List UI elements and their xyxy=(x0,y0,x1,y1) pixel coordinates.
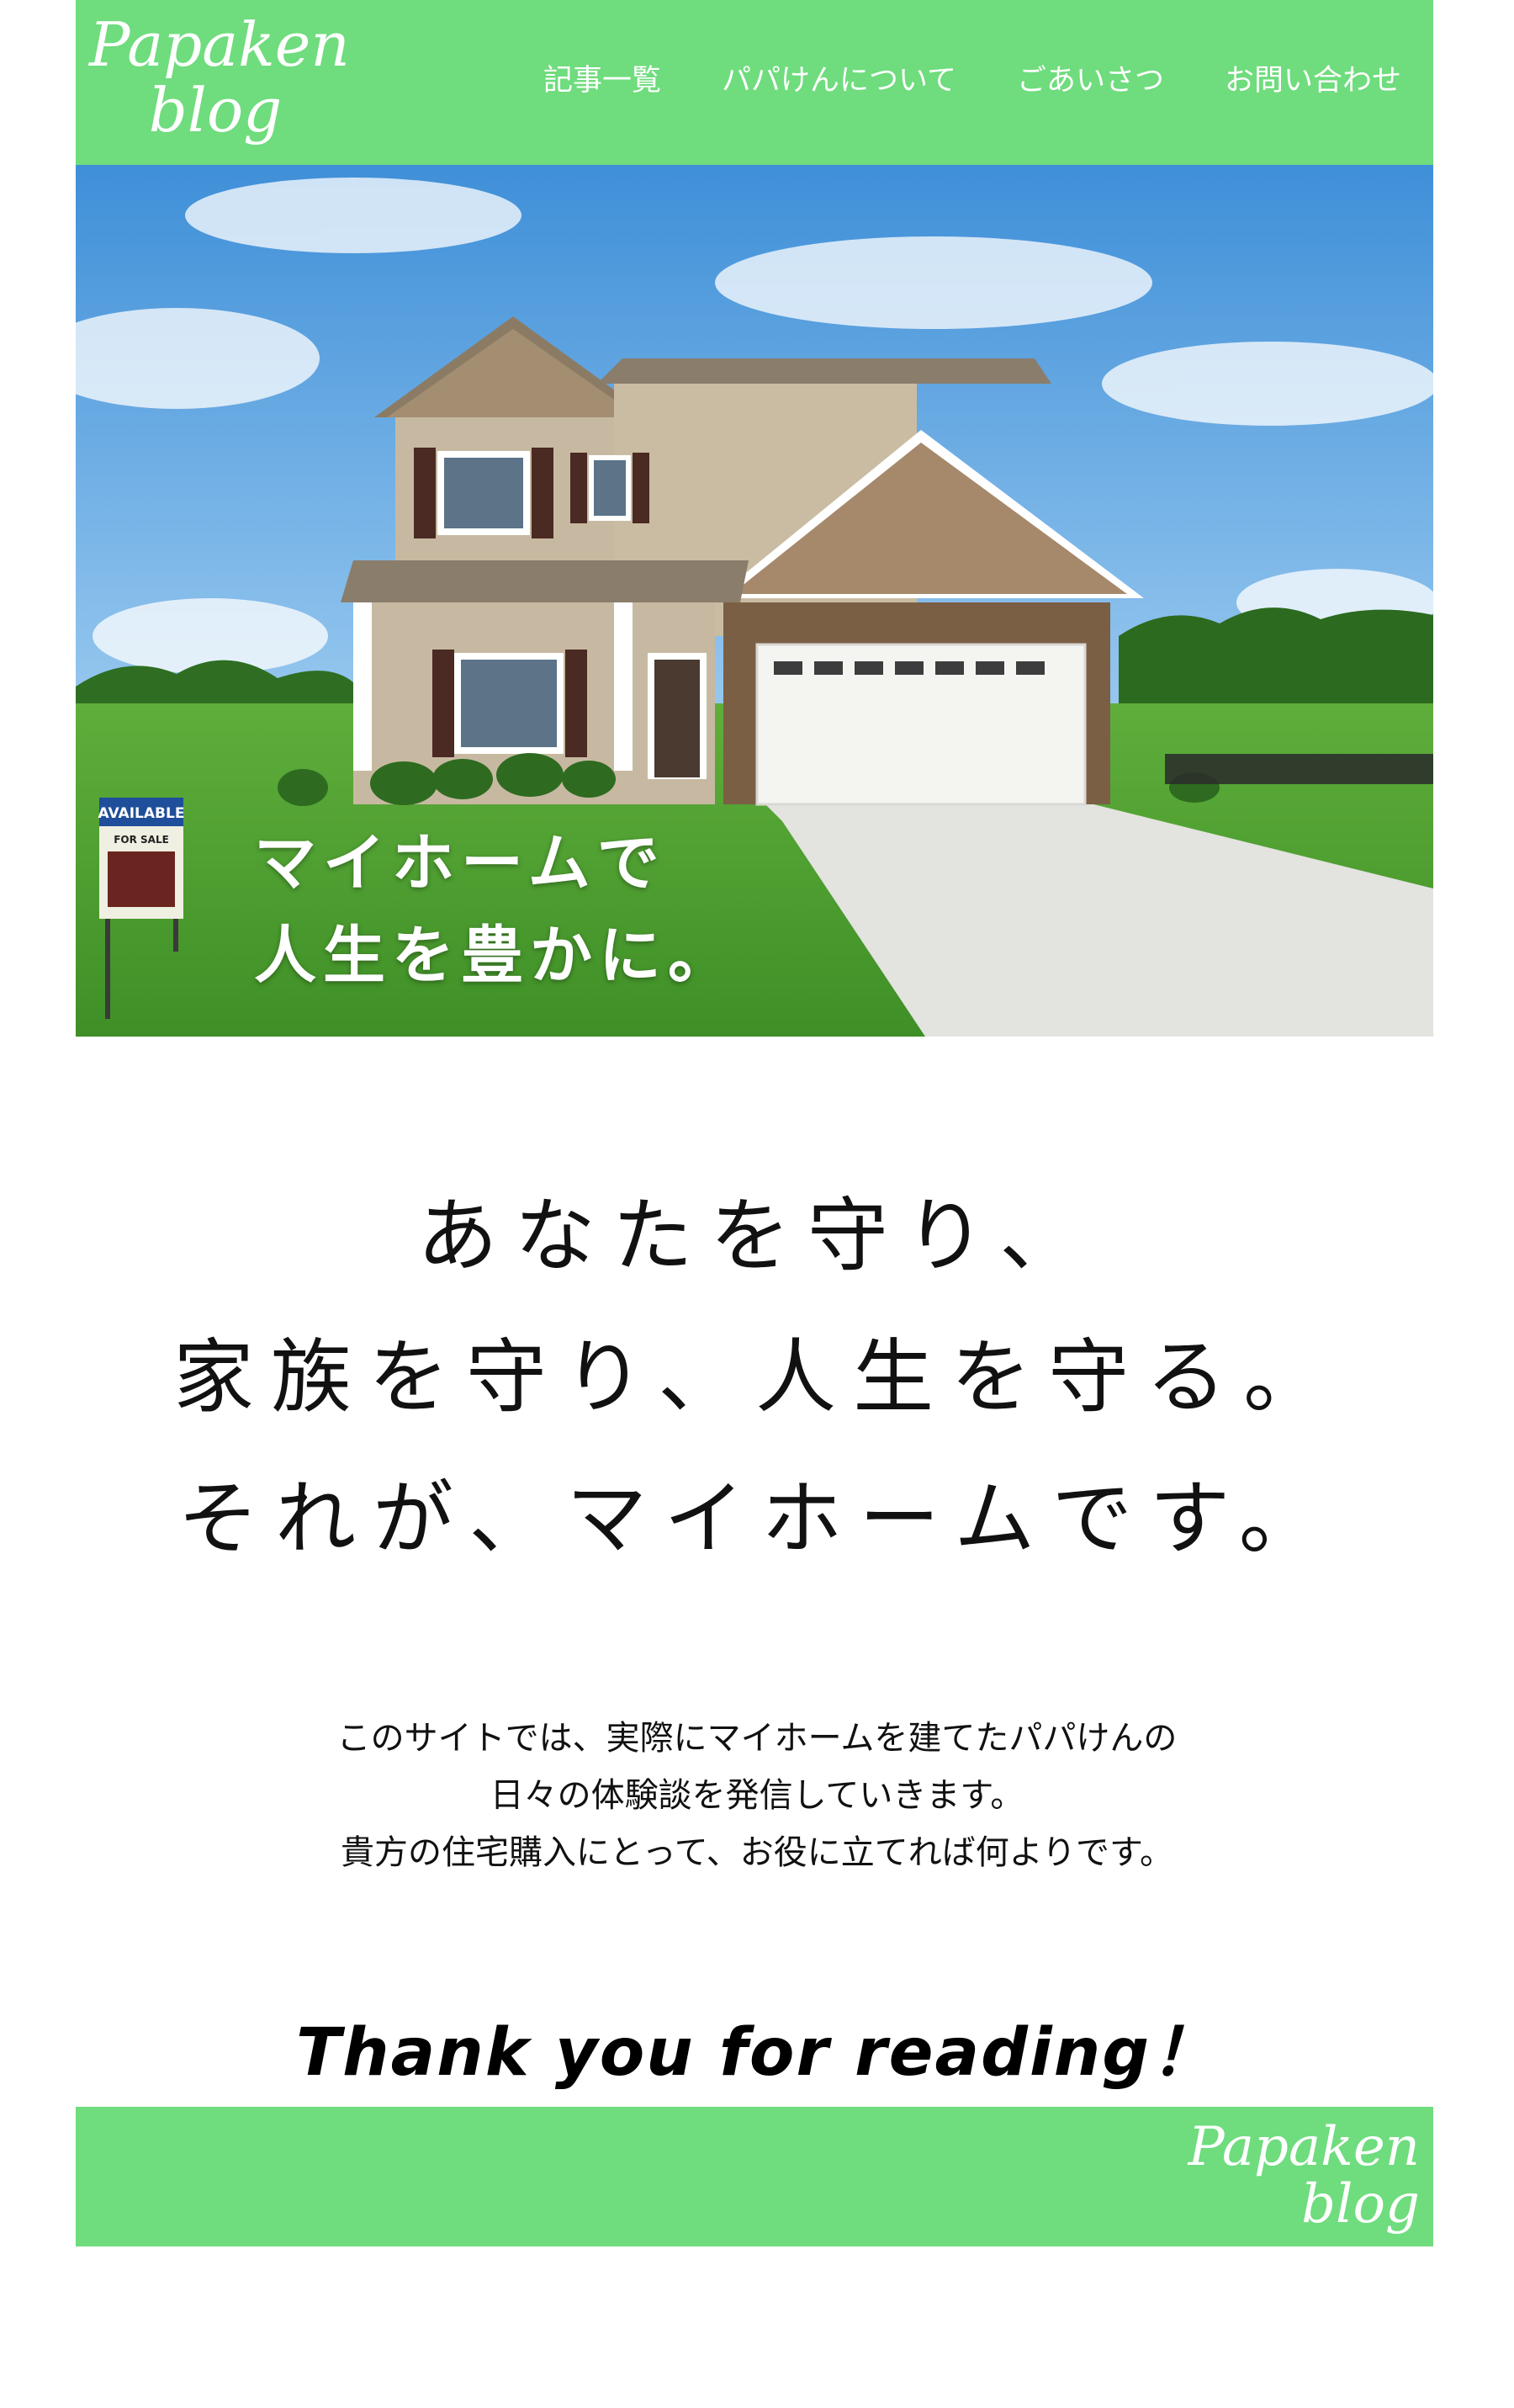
closing-message: Thank you for reading！ xyxy=(295,2015,1219,2091)
intro-line2: 日々の体験談を発信していきます。 xyxy=(490,1776,1024,1815)
tagline-line3: それが、マイホームです。 xyxy=(177,1472,1337,1566)
hero-banner: AVAILABLE FOR SALE マイホームで 人生を豊かに。 xyxy=(76,165,1433,1037)
logo-line1: Papaken xyxy=(89,9,350,80)
logo-line2: blog xyxy=(148,75,283,146)
intro-line3: 貴方の住宅購入にとって、お役に立てれば何よりです。 xyxy=(341,1833,1173,1872)
hero-caption-line1: マイホームで xyxy=(254,827,666,899)
tagline-line1: あなたを守り、 xyxy=(416,1189,1098,1283)
tagline: あなたを守り、 家族を守り、人生を守る。 それが、マイホームです。 xyxy=(0,1165,1514,1589)
footer-logo-line1: Papaken xyxy=(1188,2116,1420,2178)
nav-item-about[interactable]: パパけんについて xyxy=(722,61,956,101)
tagline-line2: 家族を守り、人生を守る。 xyxy=(172,1330,1342,1424)
nav-item-articles[interactable]: 記事一覧 xyxy=(543,61,661,101)
site-header: Papaken blog 記事一覧 パパけんについて ごあいさつ お問い合わせ xyxy=(76,0,1433,165)
nav-item-greeting[interactable]: ごあいさつ xyxy=(1017,61,1164,101)
sign-forsale-text: FOR SALE xyxy=(114,834,169,846)
hero-caption-line2: 人生を豊かに。 xyxy=(254,920,737,992)
sign-available-text: AVAILABLE xyxy=(98,805,185,822)
nav-item-contact[interactable]: お問い合わせ xyxy=(1225,61,1401,101)
intro-line1: このサイトでは、実際にマイホームを建てたパパけんの xyxy=(336,1719,1178,1758)
hero-caption: マイホームで 人生を豊かに。 xyxy=(254,817,737,1002)
main-nav: 記事一覧 パパけんについて ごあいさつ お問い合わせ xyxy=(543,61,1401,101)
footer-logo-line2: blog xyxy=(1301,2173,1420,2236)
site-footer: Papaken blog xyxy=(76,2107,1433,2246)
site-logo[interactable]: Papaken blog xyxy=(89,9,350,146)
intro-text: このサイトでは、実際にマイホームを建てたパパけんの 日々の体験談を発信していきま… xyxy=(0,1710,1514,1881)
footer-logo[interactable]: Papaken blog xyxy=(1188,2119,1420,2233)
